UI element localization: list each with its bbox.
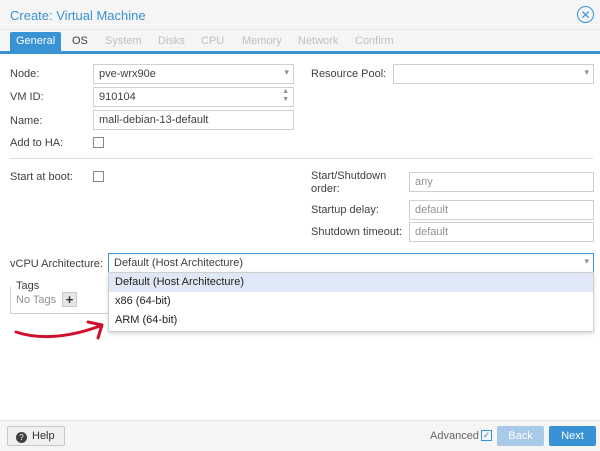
tab-confirm: Confirm xyxy=(355,35,394,47)
tab-cpu: CPU xyxy=(201,35,225,47)
tags-legend: Tags xyxy=(14,280,42,292)
shutdown-timeout-field[interactable]: default xyxy=(409,222,594,242)
window-header: Create: Virtual Machine ✕ xyxy=(0,0,600,30)
help-label: Help xyxy=(32,430,55,442)
tab-os[interactable]: OS xyxy=(72,32,88,52)
tab-system: System xyxy=(105,35,142,47)
ha-label: Add to HA: xyxy=(10,137,64,149)
spinner-icon[interactable]: ▲ ▼ xyxy=(282,88,289,104)
add-tag-button[interactable]: + xyxy=(62,292,77,307)
node-label: Node: xyxy=(10,68,40,80)
startup-delay-field[interactable]: default xyxy=(409,200,594,220)
section-divider xyxy=(10,158,593,159)
start-order-field[interactable]: any xyxy=(409,172,594,192)
name-field[interactable]: mall-debian-13-default xyxy=(93,110,294,130)
chevron-down-icon[interactable]: ▾ xyxy=(284,67,289,78)
tab-network: Network xyxy=(298,35,339,47)
vcpu-option-default[interactable]: Default (Host Architecture) xyxy=(109,273,593,292)
advanced-label: Advanced xyxy=(430,430,479,442)
vcpu-option-arm[interactable]: ARM (64-bit) xyxy=(109,311,593,330)
help-button[interactable]: ? Help xyxy=(7,426,65,446)
vcpu-option-x86[interactable]: x86 (64-bit) xyxy=(109,292,593,311)
vcpu-arch-dropdown: Default (Host Architecture) x86 (64-bit)… xyxy=(108,272,594,332)
name-label: Name: xyxy=(10,115,43,127)
tab-disks: Disks xyxy=(158,35,185,47)
ha-checkbox[interactable] xyxy=(93,137,104,148)
window-title: Create: Virtual Machine xyxy=(10,8,146,23)
tab-general[interactable]: General xyxy=(10,32,62,52)
vmid-field[interactable]: 910104 ▲ ▼ xyxy=(93,87,294,107)
node-value: pve-wrx90e xyxy=(99,68,156,80)
tab-memory: Memory xyxy=(242,35,282,47)
start-at-boot-checkbox[interactable] xyxy=(93,171,104,182)
start-at-boot-label: Start at boot: xyxy=(10,171,73,183)
node-combo[interactable]: pve-wrx90e ▾ xyxy=(93,64,294,84)
vmid-value: 910104 xyxy=(99,91,136,103)
chevron-down-icon[interactable]: ▾ xyxy=(584,256,589,267)
back-button[interactable]: Back xyxy=(497,426,544,446)
vcpu-arch-combo[interactable]: Default (Host Architecture) ▾ xyxy=(108,253,594,273)
shutdown-timeout-label: Shutdown timeout: xyxy=(311,226,403,238)
vcpu-arch-label: vCPU Architecture: xyxy=(10,258,103,270)
chevron-down-icon[interactable]: ▾ xyxy=(584,67,589,78)
help-icon: ? xyxy=(16,432,27,443)
tab-bar: General OS System Disks CPU Memory Netwo… xyxy=(0,30,600,54)
tags-empty-text: No Tags xyxy=(16,294,57,306)
vcpu-arch-value: Default (Host Architecture) xyxy=(114,257,243,269)
close-icon[interactable]: ✕ xyxy=(577,6,594,23)
advanced-checkbox[interactable]: ✓ xyxy=(481,430,492,441)
startup-delay-label: Startup delay: xyxy=(311,204,379,216)
start-order-label-2: order: xyxy=(311,183,340,195)
resource-pool-combo[interactable]: ▾ xyxy=(393,64,594,84)
next-button[interactable]: Next xyxy=(549,426,596,446)
annotation-arrow-icon xyxy=(14,320,104,340)
vmid-label: VM ID: xyxy=(10,91,44,103)
start-order-label-1: Start/Shutdown xyxy=(311,170,387,182)
resource-pool-label: Resource Pool: xyxy=(311,68,387,80)
